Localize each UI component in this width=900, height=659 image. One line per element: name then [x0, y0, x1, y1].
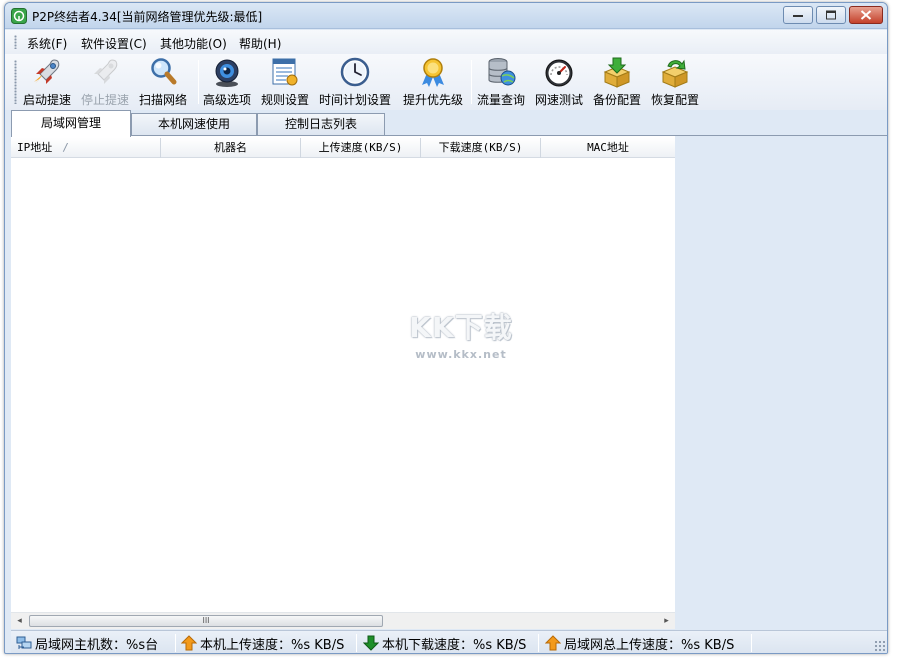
- box-recycle-icon: [658, 56, 692, 88]
- schedule-settings-button[interactable]: 时间计划设置: [319, 56, 391, 108]
- column-header-mac[interactable]: MAC地址: [541, 138, 675, 158]
- resize-grip[interactable]: [874, 640, 886, 652]
- advanced-options-label: 高级选项: [203, 91, 251, 108]
- advanced-options-button[interactable]: 高级选项: [203, 56, 251, 108]
- toolbar-separator: [471, 60, 472, 104]
- traffic-query-button[interactable]: 流量查询: [477, 56, 525, 108]
- status-local-download-text: 本机下载速度：%s KB/S: [382, 634, 526, 653]
- rule-settings-label: 规则设置: [261, 91, 309, 108]
- green-down-arrow-icon: [363, 635, 379, 651]
- scroll-left-arrow[interactable]: ◂: [11, 613, 28, 629]
- status-bar: 局域网主机数：%s台 本机上传速度：%s KB/S 本机下载速度：%s KB/S…: [11, 630, 888, 654]
- start-speedup-label: 启动提速: [23, 91, 71, 108]
- database-globe-icon: [484, 56, 518, 88]
- clock-icon: [338, 56, 372, 88]
- traffic-query-label: 流量查询: [477, 91, 525, 108]
- raise-priority-label: 提升优先级: [403, 91, 463, 108]
- box-down-arrow-icon: [600, 56, 634, 88]
- speedometer-icon: [542, 56, 576, 88]
- network-hosts-icon: [16, 635, 32, 651]
- toolbar-separator: [198, 60, 199, 104]
- menu-help[interactable]: 帮助(H): [239, 35, 281, 52]
- sort-indicator: /: [62, 141, 69, 154]
- status-local-upload-text: 本机上传速度：%s KB/S: [200, 634, 344, 653]
- scan-network-button[interactable]: 扫描网络: [139, 56, 187, 108]
- column-header-download-speed[interactable]: 下载速度(KB/S): [421, 138, 541, 158]
- tab-control-log-list[interactable]: 控制日志列表: [257, 113, 385, 136]
- toolbar-grip[interactable]: [14, 60, 17, 104]
- status-divider: [356, 634, 357, 652]
- rules-sheet-icon: [268, 56, 302, 88]
- restore-config-button[interactable]: 恢复配置: [651, 56, 699, 108]
- minimize-icon: [793, 12, 803, 18]
- status-lan-total-upload: 局域网总上传速度：%s KB/S: [545, 631, 734, 654]
- medal-icon: [416, 56, 450, 88]
- close-button[interactable]: [849, 6, 883, 24]
- stop-speedup-label: 停止提速: [81, 91, 129, 108]
- menu-software-settings[interactable]: 软件设置(C): [81, 35, 147, 52]
- host-list[interactable]: IP地址 / 机器名 上传速度(KB/S) 下载速度(KB/S) MAC地址 KK…: [11, 136, 675, 612]
- status-divider: [751, 634, 752, 652]
- scroll-right-arrow[interactable]: ▸: [658, 613, 675, 629]
- status-local-download: 本机下载速度：%s KB/S: [363, 631, 526, 654]
- status-lan-total-upload-text: 局域网总上传速度：%s KB/S: [564, 634, 734, 653]
- menu-other-functions[interactable]: 其他功能(O): [160, 35, 227, 52]
- scroll-thumb[interactable]: III: [29, 615, 383, 627]
- status-host-count-text: 局域网主机数：%s台: [35, 634, 158, 653]
- watermark-url: www.kkx.net: [396, 348, 526, 361]
- rule-settings-button[interactable]: 规则设置: [261, 56, 309, 108]
- tab-strip: 局域网管理 本机网速使用 控制日志列表: [5, 110, 887, 136]
- list-header: IP地址 / 机器名 上传速度(KB/S) 下载速度(KB/S) MAC地址: [11, 138, 675, 158]
- schedule-settings-label: 时间计划设置: [319, 91, 391, 108]
- window-title: P2P终结者4.34[当前网络管理优先级:最低]: [32, 8, 262, 25]
- menu-system[interactable]: 系统(F): [27, 35, 67, 52]
- rocket-disabled-icon: [88, 56, 122, 88]
- window-controls: [783, 6, 883, 24]
- tab-lan-management[interactable]: 局域网管理: [11, 110, 131, 137]
- orange-up-arrow-icon: [181, 635, 197, 651]
- status-local-upload: 本机上传速度：%s KB/S: [181, 631, 344, 654]
- webcam-globe-icon: [210, 56, 244, 88]
- tab-panel: IP地址 / 机器名 上传速度(KB/S) 下载速度(KB/S) MAC地址 KK…: [11, 135, 888, 628]
- menu-bar: 系统(F) 软件设置(C) 其他功能(O) 帮助(H): [5, 30, 887, 54]
- column-header-ip-label: IP地址: [17, 141, 52, 154]
- raise-priority-button[interactable]: 提升优先级: [403, 56, 463, 108]
- close-icon: [861, 10, 872, 20]
- column-header-machine-name[interactable]: 机器名: [161, 138, 301, 158]
- restore-config-label: 恢复配置: [651, 91, 699, 108]
- backup-config-button[interactable]: 备份配置: [593, 56, 641, 108]
- rocket-icon: [30, 56, 64, 88]
- scan-network-label: 扫描网络: [139, 91, 187, 108]
- magnifier-icon: [146, 56, 180, 88]
- speed-test-button[interactable]: 网速测试: [535, 56, 583, 108]
- speed-test-label: 网速测试: [535, 91, 583, 108]
- backup-config-label: 备份配置: [593, 91, 641, 108]
- orange-up-arrow-icon: [545, 635, 561, 651]
- title-bar[interactable]: P2P终结者4.34[当前网络管理优先级:最低]: [5, 3, 887, 29]
- toolbar: 启动提速 停止提速 扫描网络: [5, 54, 887, 110]
- maximize-icon: [826, 11, 836, 20]
- minimize-button[interactable]: [783, 6, 813, 24]
- menu-grip[interactable]: [14, 35, 17, 49]
- maximize-button[interactable]: [816, 6, 846, 24]
- column-header-upload-speed[interactable]: 上传速度(KB/S): [301, 138, 421, 158]
- stop-speedup-button[interactable]: 停止提速: [81, 56, 129, 108]
- status-divider: [538, 634, 539, 652]
- horizontal-scrollbar[interactable]: ◂ III ▸: [11, 612, 675, 629]
- start-speedup-button[interactable]: 启动提速: [23, 56, 71, 108]
- app-logo-icon: [11, 8, 27, 24]
- column-header-ip[interactable]: IP地址 /: [11, 138, 161, 158]
- watermark: KK下载 www.kkx.net: [396, 306, 526, 361]
- app-window: P2P终结者4.34[当前网络管理优先级:最低] 系统(F) 软件设置(C) 其…: [4, 2, 888, 654]
- status-divider: [175, 634, 176, 652]
- watermark-logo: KK下载: [396, 306, 526, 346]
- status-host-count: 局域网主机数：%s台: [16, 631, 158, 654]
- tab-local-speed-usage[interactable]: 本机网速使用: [131, 113, 257, 136]
